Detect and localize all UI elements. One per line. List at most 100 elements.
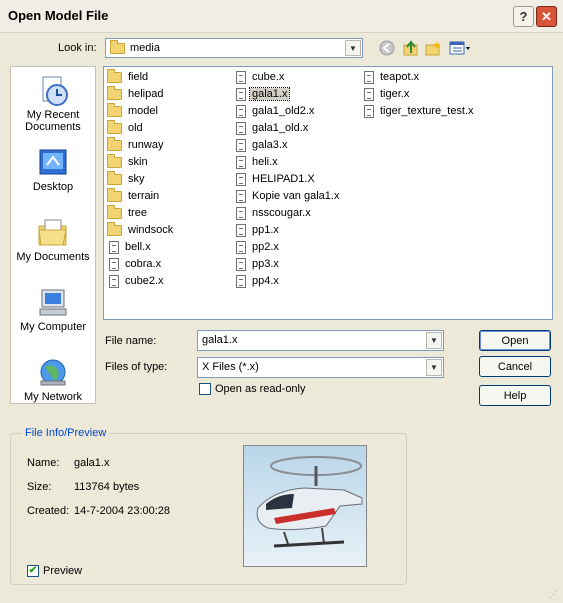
item-name: cube2.x [125,275,164,287]
size-value: 113764 bytes [74,481,140,493]
item-name: gala1.x [248,87,291,101]
file-name-label: File name: [105,335,157,347]
item-name: old [128,122,143,134]
file-item[interactable]: cube.x [234,69,286,85]
file-icon [236,87,246,101]
place-label: My Documents [16,251,90,263]
file-item[interactable]: pp2.x [234,239,281,255]
item-name: tiger.x [380,88,410,100]
place-my-computer[interactable]: My Computer [11,287,95,333]
file-item[interactable]: pp1.x [234,222,281,238]
file-item[interactable]: nsscougar.x [234,205,313,221]
item-name: gala1_old.x [252,122,309,134]
place-label: My Network [23,391,83,403]
chevron-down-icon[interactable]: ▼ [345,40,361,56]
file-item[interactable]: pp3.x [234,256,281,272]
file-item[interactable]: pp4.x [234,273,281,289]
file-icon [236,121,246,135]
view-menu-icon[interactable] [448,39,472,57]
item-name: pp4.x [252,275,279,287]
place-my-recent-documents[interactable]: My Recent Documents [11,75,95,133]
item-name: windsock [128,224,174,236]
name-label: Name: [27,457,60,469]
files-of-type-combo[interactable]: X Files (*.x) ▼ [197,357,444,378]
file-icon [236,206,246,220]
file-item[interactable]: cobra.x [107,256,163,272]
item-name: runway [128,139,164,151]
read-only-checkbox[interactable] [199,383,211,395]
folder-icon [107,136,122,151]
window-title: Open Model File [8,8,109,23]
file-item[interactable]: heli.x [234,154,280,170]
open-model-file-dialog: Open Model File ? ✕ Look in: media ▼ My … [0,0,563,603]
file-item[interactable]: gala3.x [234,137,289,153]
folder-item[interactable]: helipad [107,85,165,102]
cancel-button[interactable]: Cancel [479,356,551,377]
file-icon [364,87,374,101]
file-icon [109,274,119,288]
item-name: teapot.x [380,71,420,83]
item-name: model [128,105,158,117]
folder-icon [107,85,122,100]
resize-grip-icon[interactable]: ⋰ [549,589,561,601]
folder-item[interactable]: field [107,68,150,85]
title-bar: Open Model File ? ✕ [0,0,563,33]
file-item[interactable]: bell.x [107,239,153,255]
item-name: tree [128,207,147,219]
file-icon [236,257,246,271]
folder-icon [107,170,122,185]
folder-item[interactable]: tree [107,204,149,221]
file-item[interactable]: gala1.x [234,86,291,102]
close-button[interactable]: ✕ [536,6,557,27]
read-only-label: Open as read-only [215,383,306,395]
open-button[interactable]: Open [479,330,551,351]
file-item[interactable]: cube2.x [107,273,166,289]
my-network-icon [37,357,69,389]
up-folder-icon[interactable] [402,39,420,57]
folder-item[interactable]: windsock [107,221,175,238]
file-list[interactable]: field helipad model old runway skin sky terrain… [103,66,553,320]
file-icon [236,240,246,254]
folder-item[interactable]: runway [107,136,165,153]
recent-documents-icon [37,75,69,107]
folder-item[interactable]: old [107,119,145,136]
folder-item[interactable]: skin [107,153,150,170]
file-icon [236,189,246,203]
file-item[interactable]: gala1_old2.x [234,103,316,119]
place-label: My Computer [19,321,87,333]
help-button[interactable]: Help [479,385,551,406]
place-desktop[interactable]: Desktop [11,147,95,193]
item-name: field [128,71,149,83]
folder-icon [107,187,122,202]
file-icon [236,70,246,84]
item-name: tiger_texture_test.x [380,105,474,117]
help-title-button[interactable]: ? [513,6,534,27]
item-name: cube.x [252,71,285,83]
place-my-documents[interactable]: My Documents [11,217,95,263]
file-item[interactable]: teapot.x [362,69,421,85]
place-my-network[interactable]: My Network [11,357,95,403]
chevron-down-icon[interactable]: ▼ [426,332,442,349]
look-in-combo[interactable]: media ▼ [105,38,363,58]
preview-checkbox[interactable]: ✔ [27,565,39,577]
back-icon[interactable] [378,39,396,57]
folder-icon [107,68,122,83]
folder-icon [107,221,122,236]
folder-icon [107,204,122,219]
file-name-input[interactable]: gala1.x [202,334,237,346]
file-item[interactable]: tiger.x [362,86,411,102]
file-item[interactable]: gala1_old.x [234,120,310,136]
file-name-combo[interactable]: gala1.x ▼ [197,330,444,351]
my-documents-icon [37,217,69,249]
file-item[interactable]: Kopie van gala1.x [234,188,341,204]
folder-item[interactable]: model [107,102,160,119]
file-icon [236,274,246,288]
new-folder-icon[interactable] [424,39,442,57]
file-item[interactable]: HELIPAD1.X [234,171,317,187]
place-label: My Recent Documents [25,109,81,133]
folder-item[interactable]: terrain [107,187,161,204]
folder-item[interactable]: sky [107,170,147,187]
chevron-down-icon[interactable]: ▼ [426,359,442,376]
file-item[interactable]: tiger_texture_test.x [362,103,476,119]
item-name: cobra.x [125,258,162,270]
